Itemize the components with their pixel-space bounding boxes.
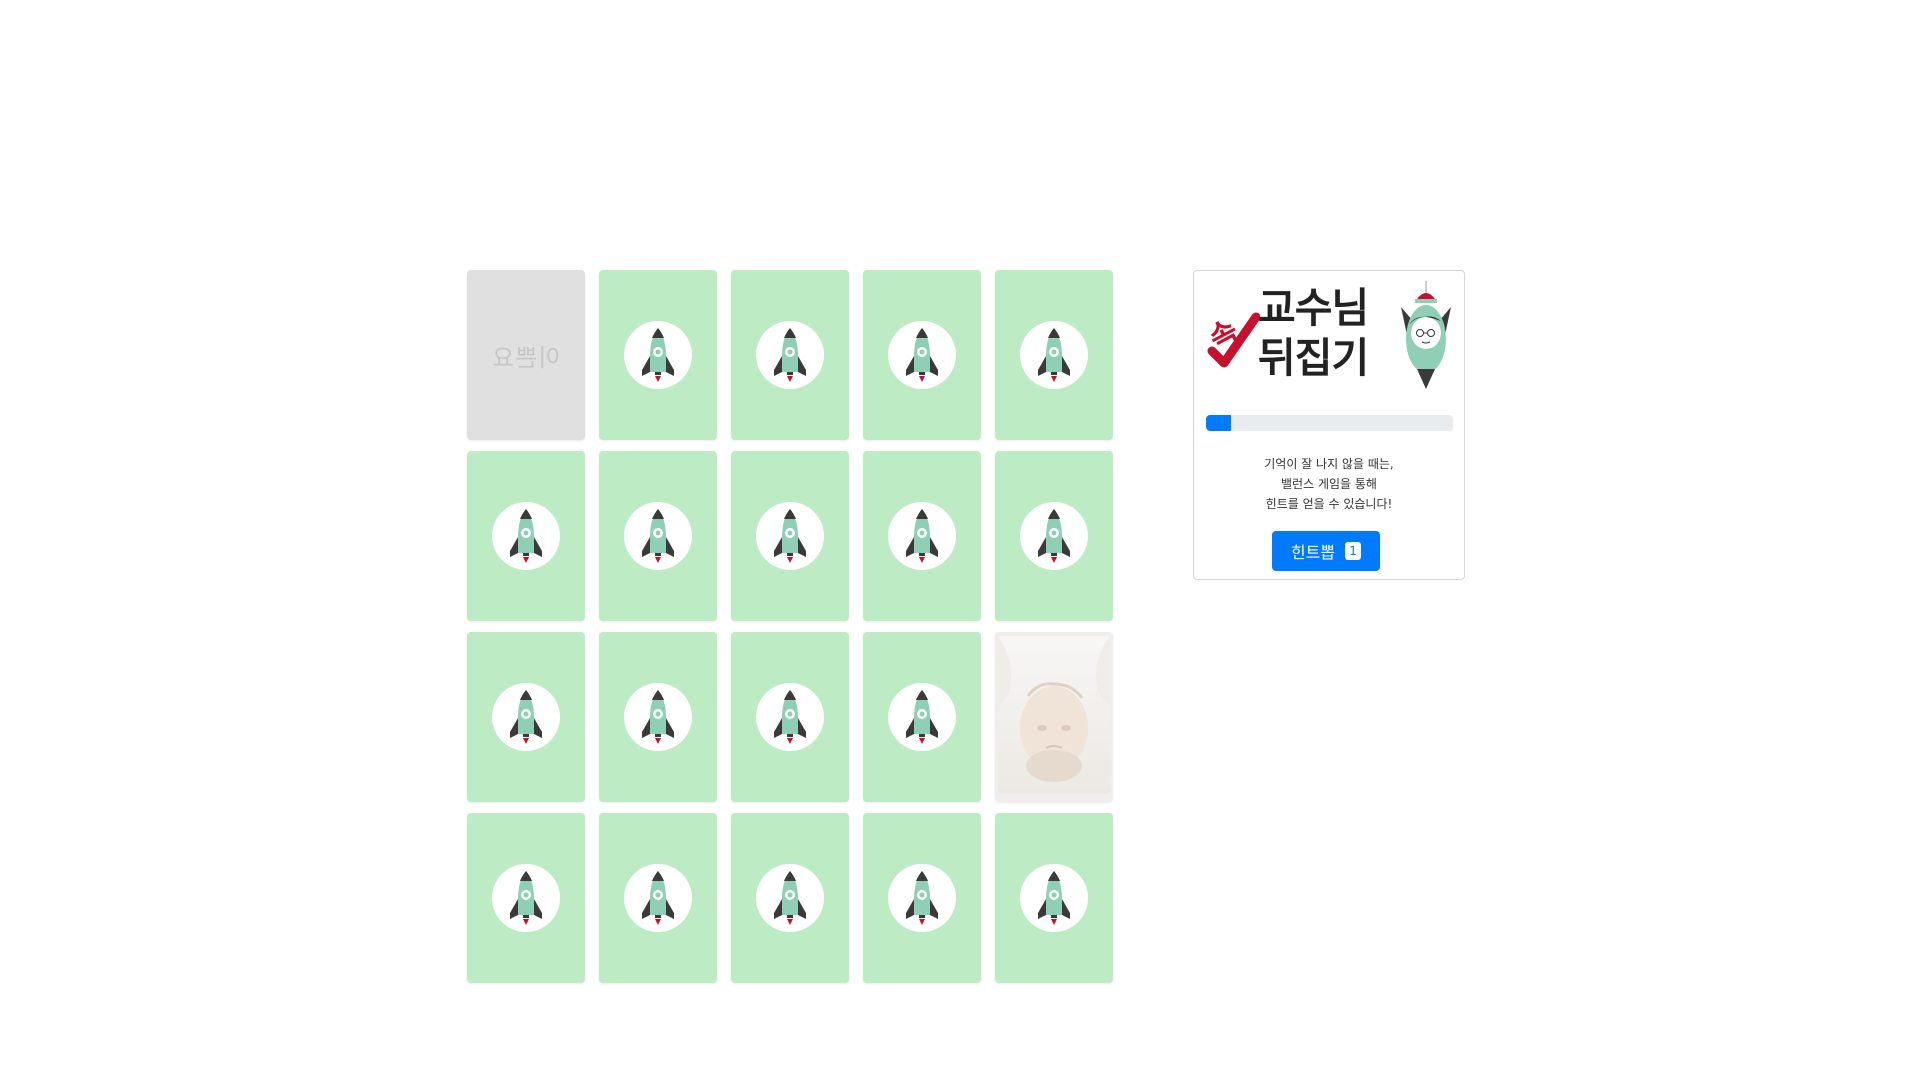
rocket-icon [1020,321,1088,389]
rocket-icon [642,328,674,382]
hint-line-3: 힌트를 얻을 수 있습니다! [1265,497,1393,511]
rocket-icon [888,683,956,751]
rocket-icon [906,328,938,382]
hint-line-1: 기억이 잘 나지 않을 때는, [1264,457,1394,471]
card-revealed-photo[interactable] [995,632,1113,802]
rocket-icon [906,690,938,744]
rocket-icon [774,871,806,925]
game-stage: 이쁜요 속 교수님 뒤집기 기억이 잘 나지 않을 때는, 밸런스 게임을 통해… [0,0,1920,1080]
rocket-icon [774,509,806,563]
hint-line-2: 밸런스 게임을 통해 [1281,477,1377,491]
card-face-down[interactable] [599,270,717,440]
progress-bar [1206,415,1453,431]
rocket-icon [624,864,692,932]
progress-fill [1206,415,1231,431]
hint-button-label: 힌트뽑 [1290,543,1336,562]
card-revealed-text[interactable]: 이쁜요 [467,270,585,440]
card-face-down[interactable] [995,813,1113,983]
card-face-down[interactable] [863,813,981,983]
card-face-down[interactable] [467,813,585,983]
rocket-icon [906,871,938,925]
card-face-down[interactable] [599,632,717,802]
card-face-down[interactable] [863,632,981,802]
rocket-icon [1038,328,1070,382]
rocket-icon [492,864,560,932]
card-board: 이쁜요 [467,270,1113,983]
card-face-down[interactable] [863,451,981,621]
rocket-icon [906,509,938,563]
card-label: 이쁜요 [491,343,561,372]
logo-rocket-professor-icon [1401,281,1451,389]
portrait-photo [998,636,1110,794]
card-face-down[interactable] [731,632,849,802]
rocket-icon [624,321,692,389]
rocket-icon [642,690,674,744]
rocket-icon [624,502,692,570]
rocket-icon [888,502,956,570]
rocket-icon [1038,509,1070,563]
logo-line-1: 교수님 [1258,284,1369,332]
card-face-down[interactable] [467,451,585,621]
rocket-icon [1020,502,1088,570]
rocket-icon [1020,864,1088,932]
card-face-down[interactable] [599,813,717,983]
rocket-icon [756,864,824,932]
rocket-icon [1038,871,1070,925]
rocket-icon [774,690,806,744]
rocket-icon [642,509,674,563]
card-face-down[interactable] [995,451,1113,621]
hint-description: 기억이 잘 나지 않을 때는, 밸런스 게임을 통해 힌트를 얻을 수 있습니다… [1194,454,1464,514]
rocket-icon [642,871,674,925]
portrait-photo [998,636,1110,798]
logo-red-mark-icon: 속 [1204,312,1260,368]
card-face-down[interactable] [731,451,849,621]
rocket-icon [888,864,956,932]
card-face-down[interactable] [599,451,717,621]
rocket-icon [756,683,824,751]
rocket-icon [756,321,824,389]
rocket-icon [510,509,542,563]
card-face-down[interactable] [995,270,1113,440]
hint-draw-button[interactable]: 힌트뽑 1 [1272,531,1380,571]
card-face-down[interactable] [731,270,849,440]
rocket-icon [756,502,824,570]
rocket-icon [492,502,560,570]
rocket-icon [492,683,560,751]
card-face-down[interactable] [467,632,585,802]
card-face-down[interactable] [731,813,849,983]
side-panel: 속 교수님 뒤집기 기억이 잘 나지 않을 때는, 밸런스 게임을 통해 힌트를… [1193,270,1465,580]
hint-count-badge: 1 [1345,542,1362,560]
rocket-icon [510,690,542,744]
rocket-icon [774,328,806,382]
game-logo: 속 교수님 뒤집기 [1202,277,1458,393]
card-face-down[interactable] [863,270,981,440]
logo-line-2: 뒤집기 [1258,334,1369,382]
logo-title: 교수님 뒤집기 [1258,283,1369,383]
rocket-icon [624,683,692,751]
rocket-icon [888,321,956,389]
rocket-icon [510,871,542,925]
